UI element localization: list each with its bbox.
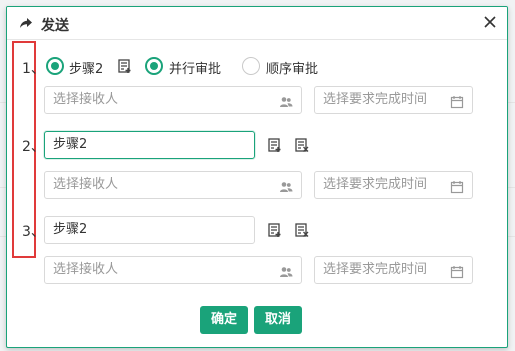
add-list-icon[interactable] bbox=[267, 222, 283, 238]
add-list-icon[interactable] bbox=[117, 58, 133, 74]
step-1-receiver-input[interactable]: 选择接收人 bbox=[44, 86, 302, 114]
step-2-name-input[interactable]: 步骤2 bbox=[44, 131, 255, 159]
users-icon bbox=[279, 263, 293, 277]
close-icon[interactable] bbox=[481, 13, 499, 31]
step-2-number: 2、 bbox=[22, 139, 45, 155]
confirm-button[interactable]: 确定 bbox=[200, 306, 248, 334]
step-3-name-input[interactable]: 步骤2 bbox=[44, 216, 255, 244]
add-list-icon[interactable] bbox=[267, 137, 283, 153]
parallel-approval-label: 并行审批 bbox=[169, 62, 222, 77]
users-icon bbox=[279, 93, 293, 107]
users-icon bbox=[279, 178, 293, 192]
step-3-receiver-input[interactable]: 选择接收人 bbox=[44, 256, 302, 284]
calendar-icon bbox=[450, 263, 464, 279]
step-1-deadline-input[interactable]: 选择要求完成时间 bbox=[314, 86, 473, 114]
step-1-radio[interactable] bbox=[46, 57, 64, 75]
delete-list-icon[interactable] bbox=[294, 137, 310, 153]
cancel-button[interactable]: 取消 bbox=[254, 306, 302, 334]
step-1-number: 1、 bbox=[22, 61, 45, 77]
step-1-radio-label: 步骤2 bbox=[69, 62, 104, 77]
step-2-deadline-input[interactable]: 选择要求完成时间 bbox=[314, 171, 473, 199]
delete-list-icon[interactable] bbox=[294, 222, 310, 238]
send-dialog: 发送 1、 步骤2 并行审批 顺序审批 选择接收人 选择要求完成时间 2、 步骤… bbox=[6, 6, 508, 348]
sequential-approval-radio[interactable] bbox=[242, 57, 260, 75]
calendar-icon bbox=[450, 93, 464, 109]
calendar-icon bbox=[450, 178, 464, 194]
step-3-number: 3、 bbox=[22, 224, 45, 240]
step-2-receiver-input[interactable]: 选择接收人 bbox=[44, 171, 302, 199]
sequential-approval-label: 顺序审批 bbox=[266, 62, 319, 77]
share-arrow-icon bbox=[19, 16, 33, 30]
parallel-approval-radio[interactable] bbox=[145, 57, 163, 75]
step-3-deadline-input[interactable]: 选择要求完成时间 bbox=[314, 256, 473, 284]
dialog-titlebar: 发送 bbox=[7, 7, 507, 40]
dialog-title: 发送 bbox=[41, 18, 69, 34]
